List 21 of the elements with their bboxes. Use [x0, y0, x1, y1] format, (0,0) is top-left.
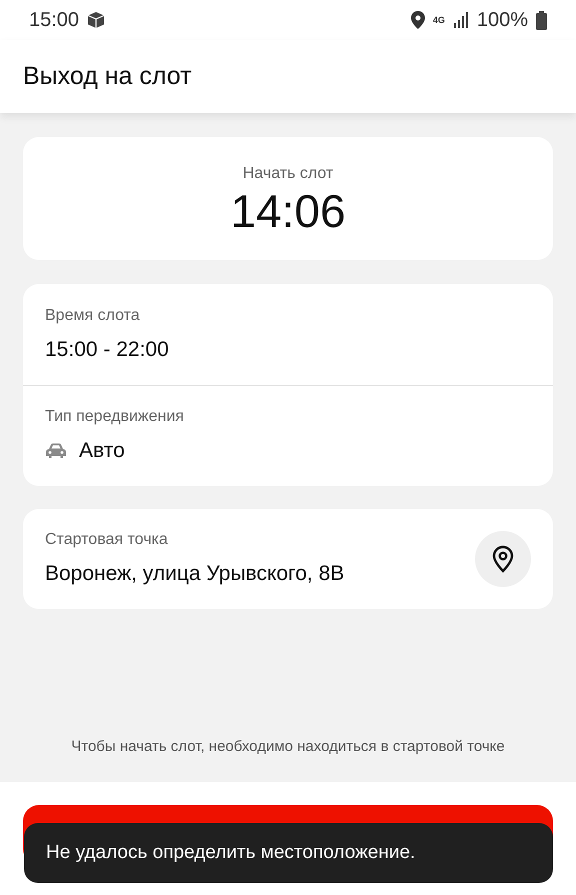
detail-label: Время слота: [45, 306, 141, 326]
detail-label: Тип передвижения: [45, 407, 185, 428]
page-title: Выход на слот: [23, 60, 192, 92]
signal-icon: [452, 12, 469, 28]
car-icon: [45, 443, 67, 459]
network-type: 4G: [432, 16, 445, 24]
battery-percent: 100%: [476, 8, 528, 33]
location-icon: [410, 11, 425, 29]
start-slot-card[interactable]: Начать слот 14:06: [23, 137, 553, 260]
box-icon: [87, 11, 106, 29]
toast-message: Не удалось определить местоположение.: [46, 840, 416, 865]
start-slot-time: 14:06: [230, 186, 346, 236]
hint-text: Чтобы начать слот, необходимо находиться в стартовой точке: [71, 736, 505, 756]
start-slot-label: Начать слот: [242, 164, 334, 184]
start-point-address: Воронеж, улица Урывского, 8В: [45, 561, 344, 588]
battery-icon: [536, 10, 547, 30]
start-point-label: Стартовая точка: [45, 530, 169, 550]
map-pin-icon: [492, 545, 514, 573]
detail-value: 15:00 - 22:00: [45, 336, 169, 363]
detail-value: Авто: [79, 438, 125, 464]
status-time: 15:00: [29, 8, 80, 33]
